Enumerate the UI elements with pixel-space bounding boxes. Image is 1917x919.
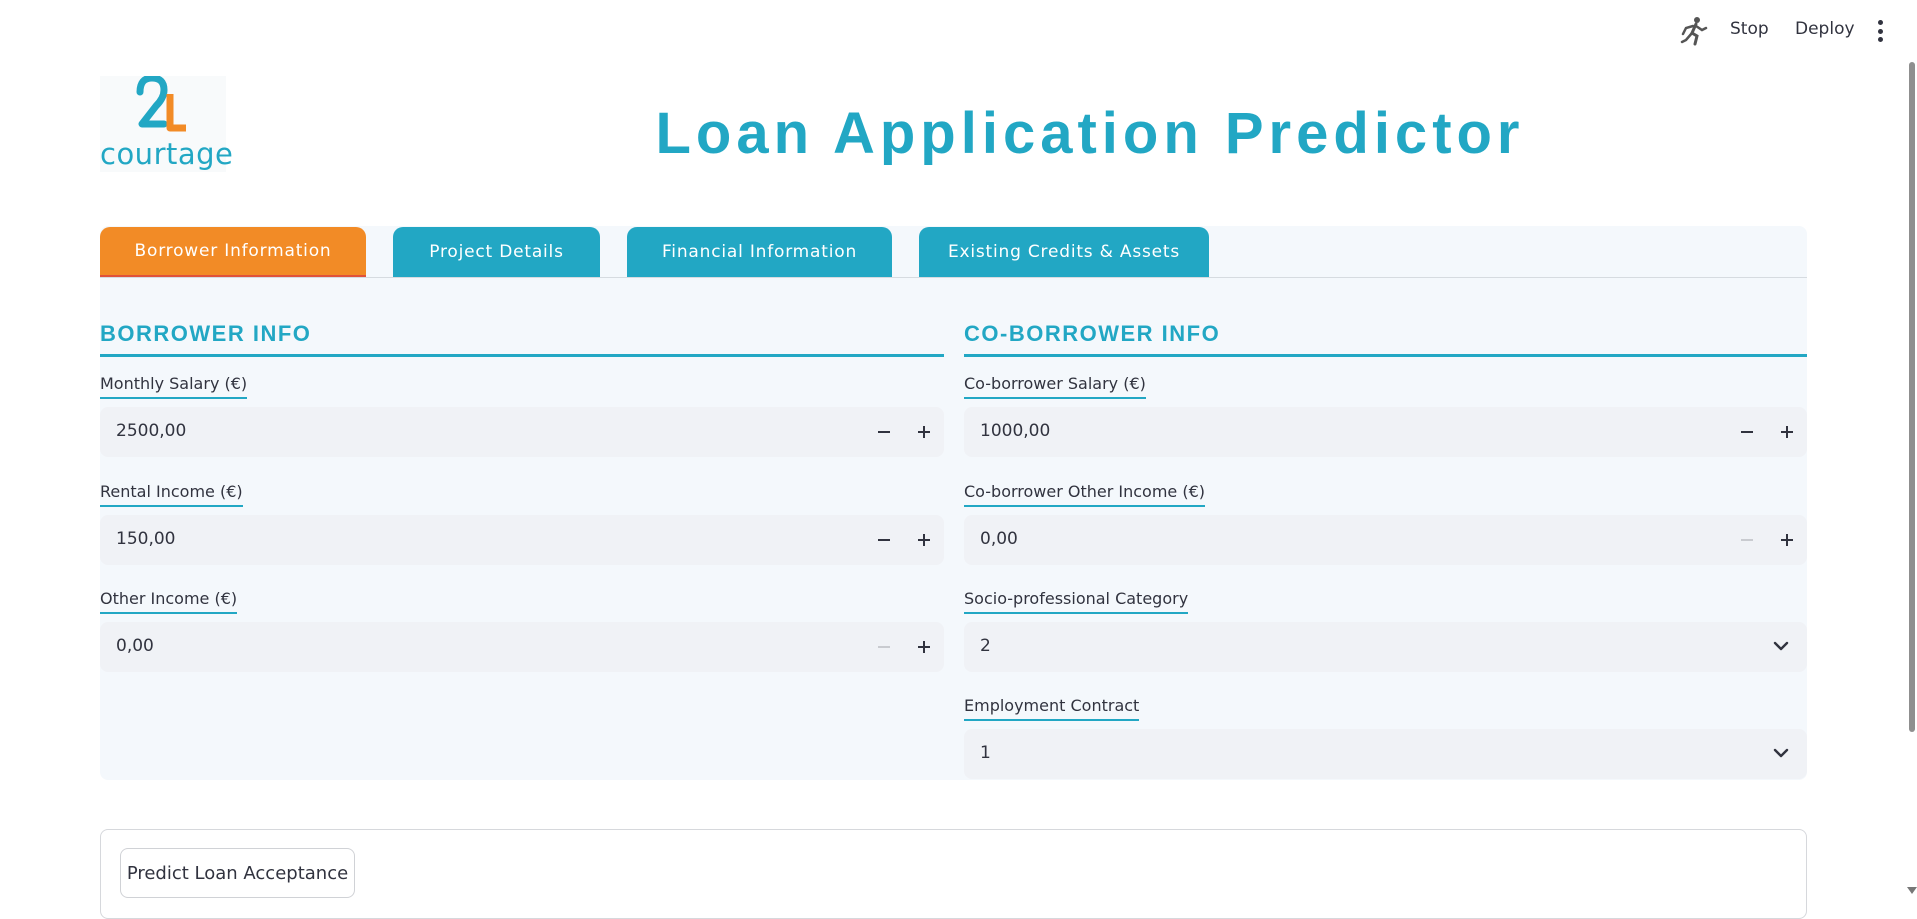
coborrower-other-income-decrement-button[interactable] — [1732, 525, 1762, 555]
monthly-salary-decrement-button[interactable] — [869, 417, 899, 447]
socio-professional-category-select[interactable]: 2 — [964, 622, 1807, 672]
coborrower-other-income-increment-button[interactable] — [1772, 525, 1802, 555]
socio-professional-category-value: 2 — [980, 636, 991, 656]
coborrower-salary-value[interactable]: 1000,00 — [980, 421, 1050, 441]
app-toolbar: Stop Deploy — [0, 0, 1917, 60]
monthly-salary-input[interactable]: 2500,00 — [100, 407, 944, 457]
other-income-decrement-button[interactable] — [869, 632, 899, 662]
coborrower-salary-decrement-button[interactable] — [1732, 417, 1762, 447]
page-title: Loan Application Predictor — [655, 101, 1525, 166]
minus-icon — [878, 538, 890, 542]
coborrower-salary-input[interactable]: 1000,00 — [964, 407, 1807, 457]
stop-button[interactable]: Stop — [1730, 19, 1769, 39]
predict-form-container — [100, 829, 1807, 919]
employment-contract-select[interactable]: 1 — [964, 729, 1807, 779]
deploy-button[interactable]: Deploy — [1795, 19, 1855, 39]
other-income-label: Other Income (€) — [100, 589, 238, 614]
logo-text: courtage — [100, 137, 234, 171]
tab-divider — [100, 277, 1807, 278]
coborrower-other-income-input[interactable]: 0,00 — [964, 515, 1807, 565]
coborrower-salary-label: Co-borrower Salary (€) — [964, 374, 1146, 399]
kebab-menu-icon[interactable] — [1872, 20, 1888, 42]
tab-project-details[interactable]: Project Details — [393, 227, 600, 277]
minus-icon — [1741, 430, 1753, 434]
rental-income-value[interactable]: 150,00 — [116, 529, 175, 549]
socio-professional-category-label: Socio-professional Category — [964, 589, 1189, 614]
other-income-value[interactable]: 0,00 — [116, 636, 154, 656]
predict-loan-acceptance-button[interactable]: Predict Loan Acceptance — [120, 848, 355, 898]
other-income-increment-button[interactable] — [909, 632, 939, 662]
coborrower-salary-increment-button[interactable] — [1772, 417, 1802, 447]
rental-income-decrement-button[interactable] — [869, 525, 899, 555]
scrollbar-thumb[interactable] — [1909, 62, 1915, 732]
coborrower-other-income-label: Co-borrower Other Income (€) — [964, 482, 1206, 507]
chevron-down-icon[interactable] — [1771, 743, 1791, 763]
minus-icon — [878, 645, 890, 649]
borrower-info-heading: BORROWER INFO — [100, 321, 944, 357]
monthly-salary-value[interactable]: 2500,00 — [116, 421, 186, 441]
monthly-salary-label: Monthly Salary (€) — [100, 374, 248, 399]
coborrower-info-heading: CO-BORROWER INFO — [964, 321, 1807, 357]
running-man-icon — [1680, 17, 1708, 46]
tab-financial-information[interactable]: Financial Information — [627, 227, 892, 277]
rental-income-increment-button[interactable] — [909, 525, 939, 555]
minus-icon — [878, 430, 890, 434]
employment-contract-value: 1 — [980, 743, 991, 763]
rental-income-input[interactable]: 150,00 — [100, 515, 944, 565]
other-income-input[interactable]: 0,00 — [100, 622, 944, 672]
tab-panel — [100, 226, 1807, 780]
tab-existing-credits-assets[interactable]: Existing Credits & Assets — [919, 227, 1209, 277]
minus-icon — [1741, 538, 1753, 542]
tab-borrower-information[interactable]: Borrower Information — [100, 227, 366, 277]
rental-income-label: Rental Income (€) — [100, 482, 243, 507]
scroll-down-arrow-icon[interactable] — [1907, 887, 1917, 894]
coborrower-other-income-value[interactable]: 0,00 — [980, 529, 1018, 549]
employment-contract-label: Employment Contract — [964, 696, 1140, 721]
monthly-salary-increment-button[interactable] — [909, 417, 939, 447]
chevron-down-icon[interactable] — [1771, 636, 1791, 656]
